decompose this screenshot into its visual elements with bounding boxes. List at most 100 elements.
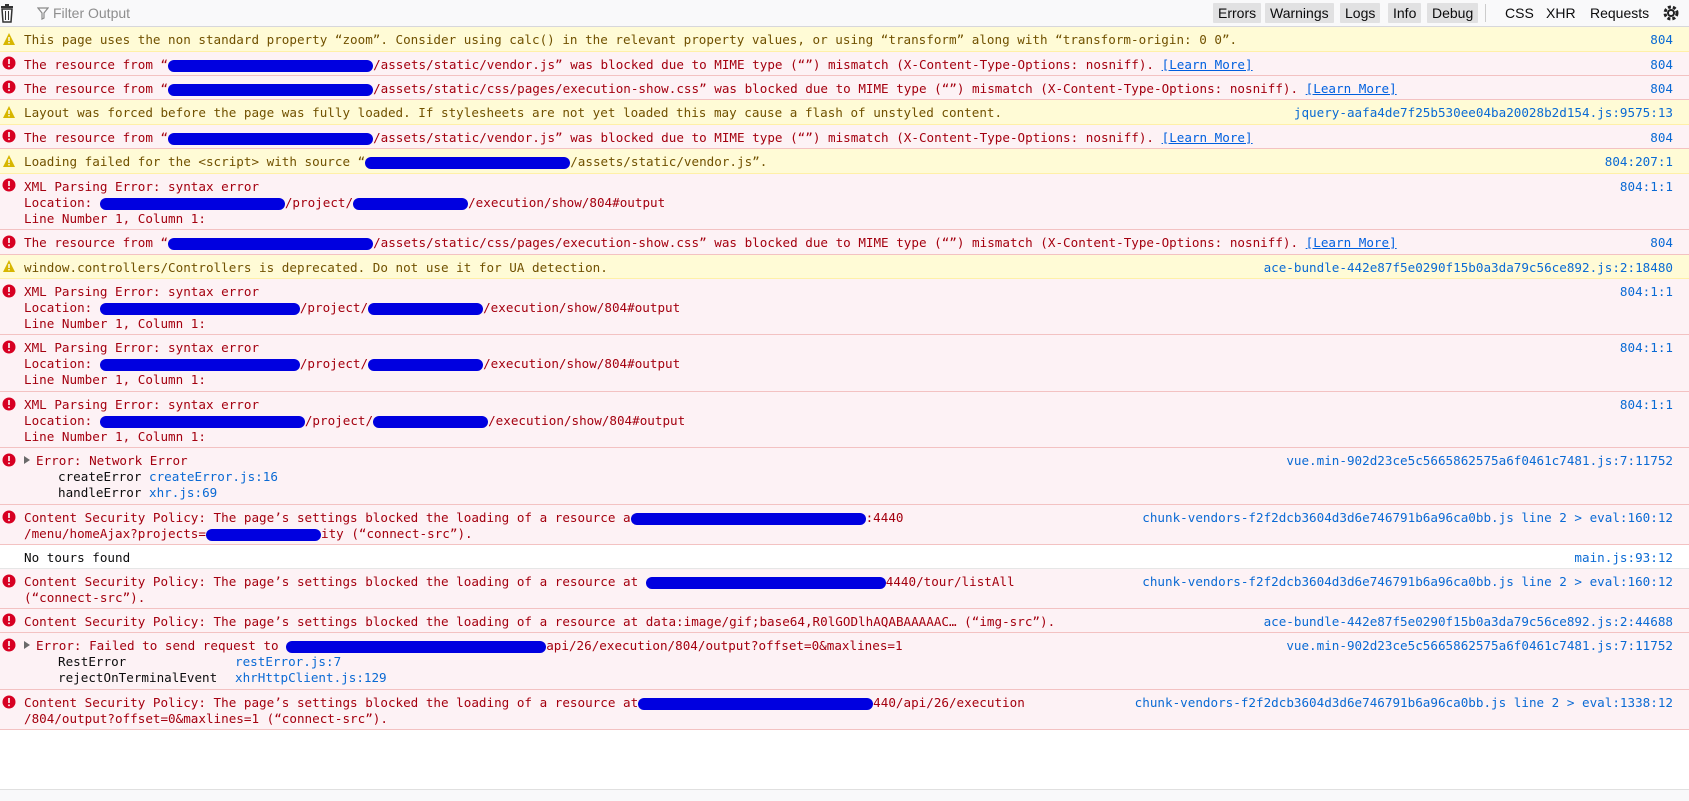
logs-filter-button[interactable]: Logs — [1340, 3, 1381, 23]
redacted-url — [168, 83, 374, 96]
warning-icon — [3, 106, 15, 118]
error-icon — [2, 340, 16, 354]
message-text: XML Parsing Error: syntax error — [24, 397, 260, 412]
message-location: Location: /project//execution/show/804#o… — [24, 300, 681, 315]
console-message-error: XML Parsing Error: syntax error Location… — [0, 335, 1689, 392]
css-filter-button[interactable]: CSS — [1500, 3, 1539, 23]
error-icon — [2, 510, 16, 524]
console-message-error: The resource from “/assets/static/css/pa… — [0, 230, 1689, 255]
message-line-number: Line Number 1, Column 1: — [24, 316, 206, 331]
learn-more-link[interactable]: [Learn More] — [1162, 57, 1253, 72]
message-text: Content Security Policy: The page’s sett… — [24, 574, 1015, 589]
xhr-filter-button[interactable]: XHR — [1541, 3, 1581, 23]
console-message-error: XML Parsing Error: syntax error Location… — [0, 392, 1689, 448]
expand-toggle-icon[interactable] — [24, 456, 30, 464]
message-text: Content Security Policy: The page’s sett… — [24, 695, 1025, 710]
message-text-line2: /804/output?offset=0&maxlines=1 (“connec… — [24, 711, 388, 726]
message-text: This page uses the non standard property… — [24, 32, 1238, 47]
message-source-link[interactable]: 804:1:1 — [1620, 178, 1673, 195]
redacted-url — [368, 302, 484, 315]
stack-frame-link[interactable]: restError.js:7 — [235, 654, 341, 669]
trash-icon[interactable] — [0, 3, 14, 23]
error-icon — [2, 453, 16, 467]
redacted-url — [99, 302, 300, 315]
filter-output-input[interactable] — [53, 5, 453, 21]
error-icon — [2, 574, 16, 588]
filter-icon — [37, 6, 49, 20]
console-message-warning: Loading failed for the <script> with sou… — [0, 149, 1689, 174]
message-source-link[interactable]: chunk-vendors-f2f2dcb3604d3d6e746791b6a9… — [1142, 509, 1673, 526]
redacted-url — [99, 358, 300, 371]
console-message-error: Content Security Policy: The page’s sett… — [0, 505, 1689, 545]
error-icon — [2, 178, 16, 192]
error-icon — [2, 397, 16, 411]
debug-filter-button[interactable]: Debug — [1427, 3, 1479, 23]
console-message-error: XML Parsing Error: syntax error Location… — [0, 279, 1689, 335]
message-source-link[interactable]: 804 — [1650, 129, 1673, 146]
stack-frame-link[interactable]: createError.js:16 — [149, 469, 278, 484]
message-source-link[interactable]: 804 — [1650, 56, 1673, 73]
error-icon — [2, 80, 16, 94]
warnings-filter-button[interactable]: Warnings — [1265, 3, 1334, 23]
filter-box — [37, 5, 453, 21]
message-text: Loading failed for the <script> with sou… — [24, 154, 768, 169]
stack-frame: rejectOnTerminalEvent xhrHttpClient.js:12… — [58, 670, 387, 685]
message-source-link[interactable]: 804:1:1 — [1620, 339, 1673, 356]
console-message-error: The resource from “/assets/static/css/pa… — [0, 76, 1689, 100]
redacted-url — [99, 197, 285, 210]
learn-more-link[interactable]: [Learn More] — [1306, 81, 1397, 96]
message-source-link[interactable]: 804 — [1650, 80, 1673, 97]
stack-frame-link[interactable]: xhrHttpClient.js:129 — [235, 670, 387, 685]
message-text: The resource from “/assets/static/css/pa… — [24, 81, 1397, 96]
message-text: The resource from “/assets/static/vendor… — [24, 130, 1253, 145]
message-text: Error: Failed to send request to api/26/… — [24, 637, 903, 654]
message-line-number: Line Number 1, Column 1: — [24, 211, 206, 226]
message-source-link[interactable]: 804:1:1 — [1620, 396, 1673, 413]
learn-more-link[interactable]: [Learn More] — [1306, 235, 1397, 250]
expand-toggle-icon[interactable] — [24, 641, 30, 649]
console-message-error: Error: Network Error createError createEr… — [0, 448, 1689, 505]
message-location: Location: /project//execution/show/804#o… — [24, 195, 666, 210]
gear-icon[interactable] — [1661, 2, 1681, 24]
redacted-url — [168, 132, 374, 145]
redacted-url — [368, 358, 484, 371]
message-source-link[interactable]: 804:1:1 — [1620, 283, 1673, 300]
console-message-error: Content Security Policy: The page’s sett… — [0, 569, 1689, 609]
message-source-link[interactable]: chunk-vendors-f2f2dcb3604d3d6e746791b6a9… — [1135, 694, 1673, 711]
message-source-link[interactable]: jquery-aafa4de7f25b530ee04ba20028b2d154.… — [1294, 104, 1673, 121]
warning-icon — [3, 33, 15, 45]
console-message-error: Content Security Policy: The page’s sett… — [0, 690, 1689, 730]
message-source-link[interactable]: 804:207:1 — [1605, 153, 1673, 170]
errors-filter-button[interactable]: Errors — [1213, 3, 1262, 23]
learn-more-link[interactable]: [Learn More] — [1162, 130, 1253, 145]
message-text: Error: Network Error — [24, 452, 188, 469]
console-message-error: Error: Failed to send request to api/26/… — [0, 633, 1689, 690]
message-line-number: Line Number 1, Column 1: — [24, 429, 206, 444]
redacted-url — [353, 197, 469, 210]
message-source-link[interactable]: main.js:93:12 — [1574, 549, 1673, 566]
console-message-error: XML Parsing Error: syntax error Location… — [0, 174, 1689, 230]
error-icon — [2, 613, 16, 627]
info-filter-button[interactable]: Info — [1388, 3, 1422, 23]
message-source-link[interactable]: ace-bundle-442e87f5e0290f15b0a3da79c56ce… — [1264, 259, 1673, 276]
warning-icon — [3, 155, 15, 167]
error-icon — [2, 638, 16, 652]
message-source-link[interactable]: vue.min-902d23ce5c5665862575a6f0461c7481… — [1286, 637, 1673, 654]
message-source-link[interactable]: 804 — [1650, 234, 1673, 251]
message-text: XML Parsing Error: syntax error — [24, 340, 260, 355]
message-source-link[interactable]: chunk-vendors-f2f2dcb3604d3d6e746791b6a9… — [1142, 573, 1673, 590]
message-location: Location: /project//execution/show/804#o… — [24, 413, 686, 428]
message-source-link[interactable]: vue.min-902d23ce5c5665862575a6f0461c7481… — [1286, 452, 1673, 469]
stack-frame-link[interactable]: xhr.js:69 — [149, 485, 217, 500]
redacted-url — [286, 640, 547, 653]
message-text: The resource from “/assets/static/css/pa… — [24, 235, 1397, 250]
message-source-link[interactable]: ace-bundle-442e87f5e0290f15b0a3da79c56ce… — [1264, 613, 1673, 630]
console-input-area[interactable] — [0, 789, 1689, 801]
console-toolbar: Errors Warnings Logs Info Debug CSS XHR … — [0, 0, 1689, 27]
console-message-warning: Layout was forced before the page was fu… — [0, 100, 1689, 125]
message-line-number: Line Number 1, Column 1: — [24, 372, 206, 387]
requests-filter-button[interactable]: Requests — [1585, 3, 1654, 23]
message-source-link[interactable]: 804 — [1650, 31, 1673, 48]
redacted-url — [630, 512, 866, 525]
console-message-warning: This page uses the non standard property… — [0, 27, 1689, 52]
